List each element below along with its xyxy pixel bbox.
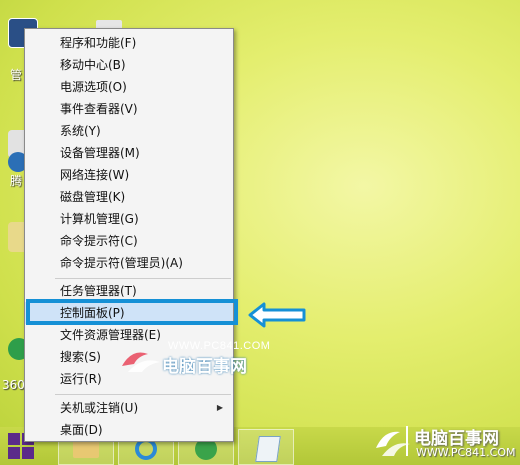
menu-item-shutdown-signout[interactable]: 关机或注销(U) ▶ — [25, 397, 233, 419]
menu-item-device-manager[interactable]: 设备管理器(M) — [25, 142, 233, 164]
watermark-logo-icon — [122, 352, 160, 372]
menu-item-disk-management[interactable]: 磁盘管理(K) — [25, 186, 233, 208]
desktop-icon-label: 管 — [10, 68, 23, 82]
highlight-box — [26, 299, 238, 325]
menu-item-system[interactable]: 系统(Y) — [25, 120, 233, 142]
pointer-arrow-icon — [248, 302, 306, 328]
folder-icon — [73, 440, 99, 458]
menu-item-power-options[interactable]: 电源选项(O) — [25, 76, 233, 98]
menu-item-computer-management[interactable]: 计算机管理(G) — [25, 208, 233, 230]
taskbar-notepad[interactable] — [238, 429, 294, 465]
menu-item-network-connections[interactable]: 网络连接(W) — [25, 164, 233, 186]
menu-item-event-viewer[interactable]: 事件查看器(V) — [25, 98, 233, 120]
brand-url: WWW.PC841.COM — [416, 446, 516, 459]
desktop-icon-label: 360 — [2, 378, 25, 392]
desktop-icon-label: 腾 — [10, 174, 23, 188]
menu-separator — [55, 278, 231, 279]
winx-context-menu: 程序和功能(F) 移动中心(B) 电源选项(O) 事件查看器(V) 系统(Y) … — [24, 28, 234, 442]
menu-item-command-prompt[interactable]: 命令提示符(C) — [25, 230, 233, 252]
menu-item-programs-features[interactable]: 程序和功能(F) — [25, 32, 233, 54]
menu-item-mobility-center[interactable]: 移动中心(B) — [25, 54, 233, 76]
menu-item-desktop[interactable]: 桌面(D) — [25, 419, 233, 441]
submenu-arrow-icon: ▶ — [216, 403, 223, 412]
watermark-url: WWW.PC841.COM — [168, 340, 271, 352]
menu-item-label: 关机或注销(U) — [60, 401, 139, 415]
menu-item-command-prompt-admin[interactable]: 命令提示符(管理员)(A) — [25, 252, 233, 274]
brand-logo-icon — [376, 426, 410, 456]
menu-separator — [55, 394, 231, 395]
watermark-name: 电脑百事网 — [162, 357, 247, 377]
notepad-icon — [255, 436, 281, 462]
